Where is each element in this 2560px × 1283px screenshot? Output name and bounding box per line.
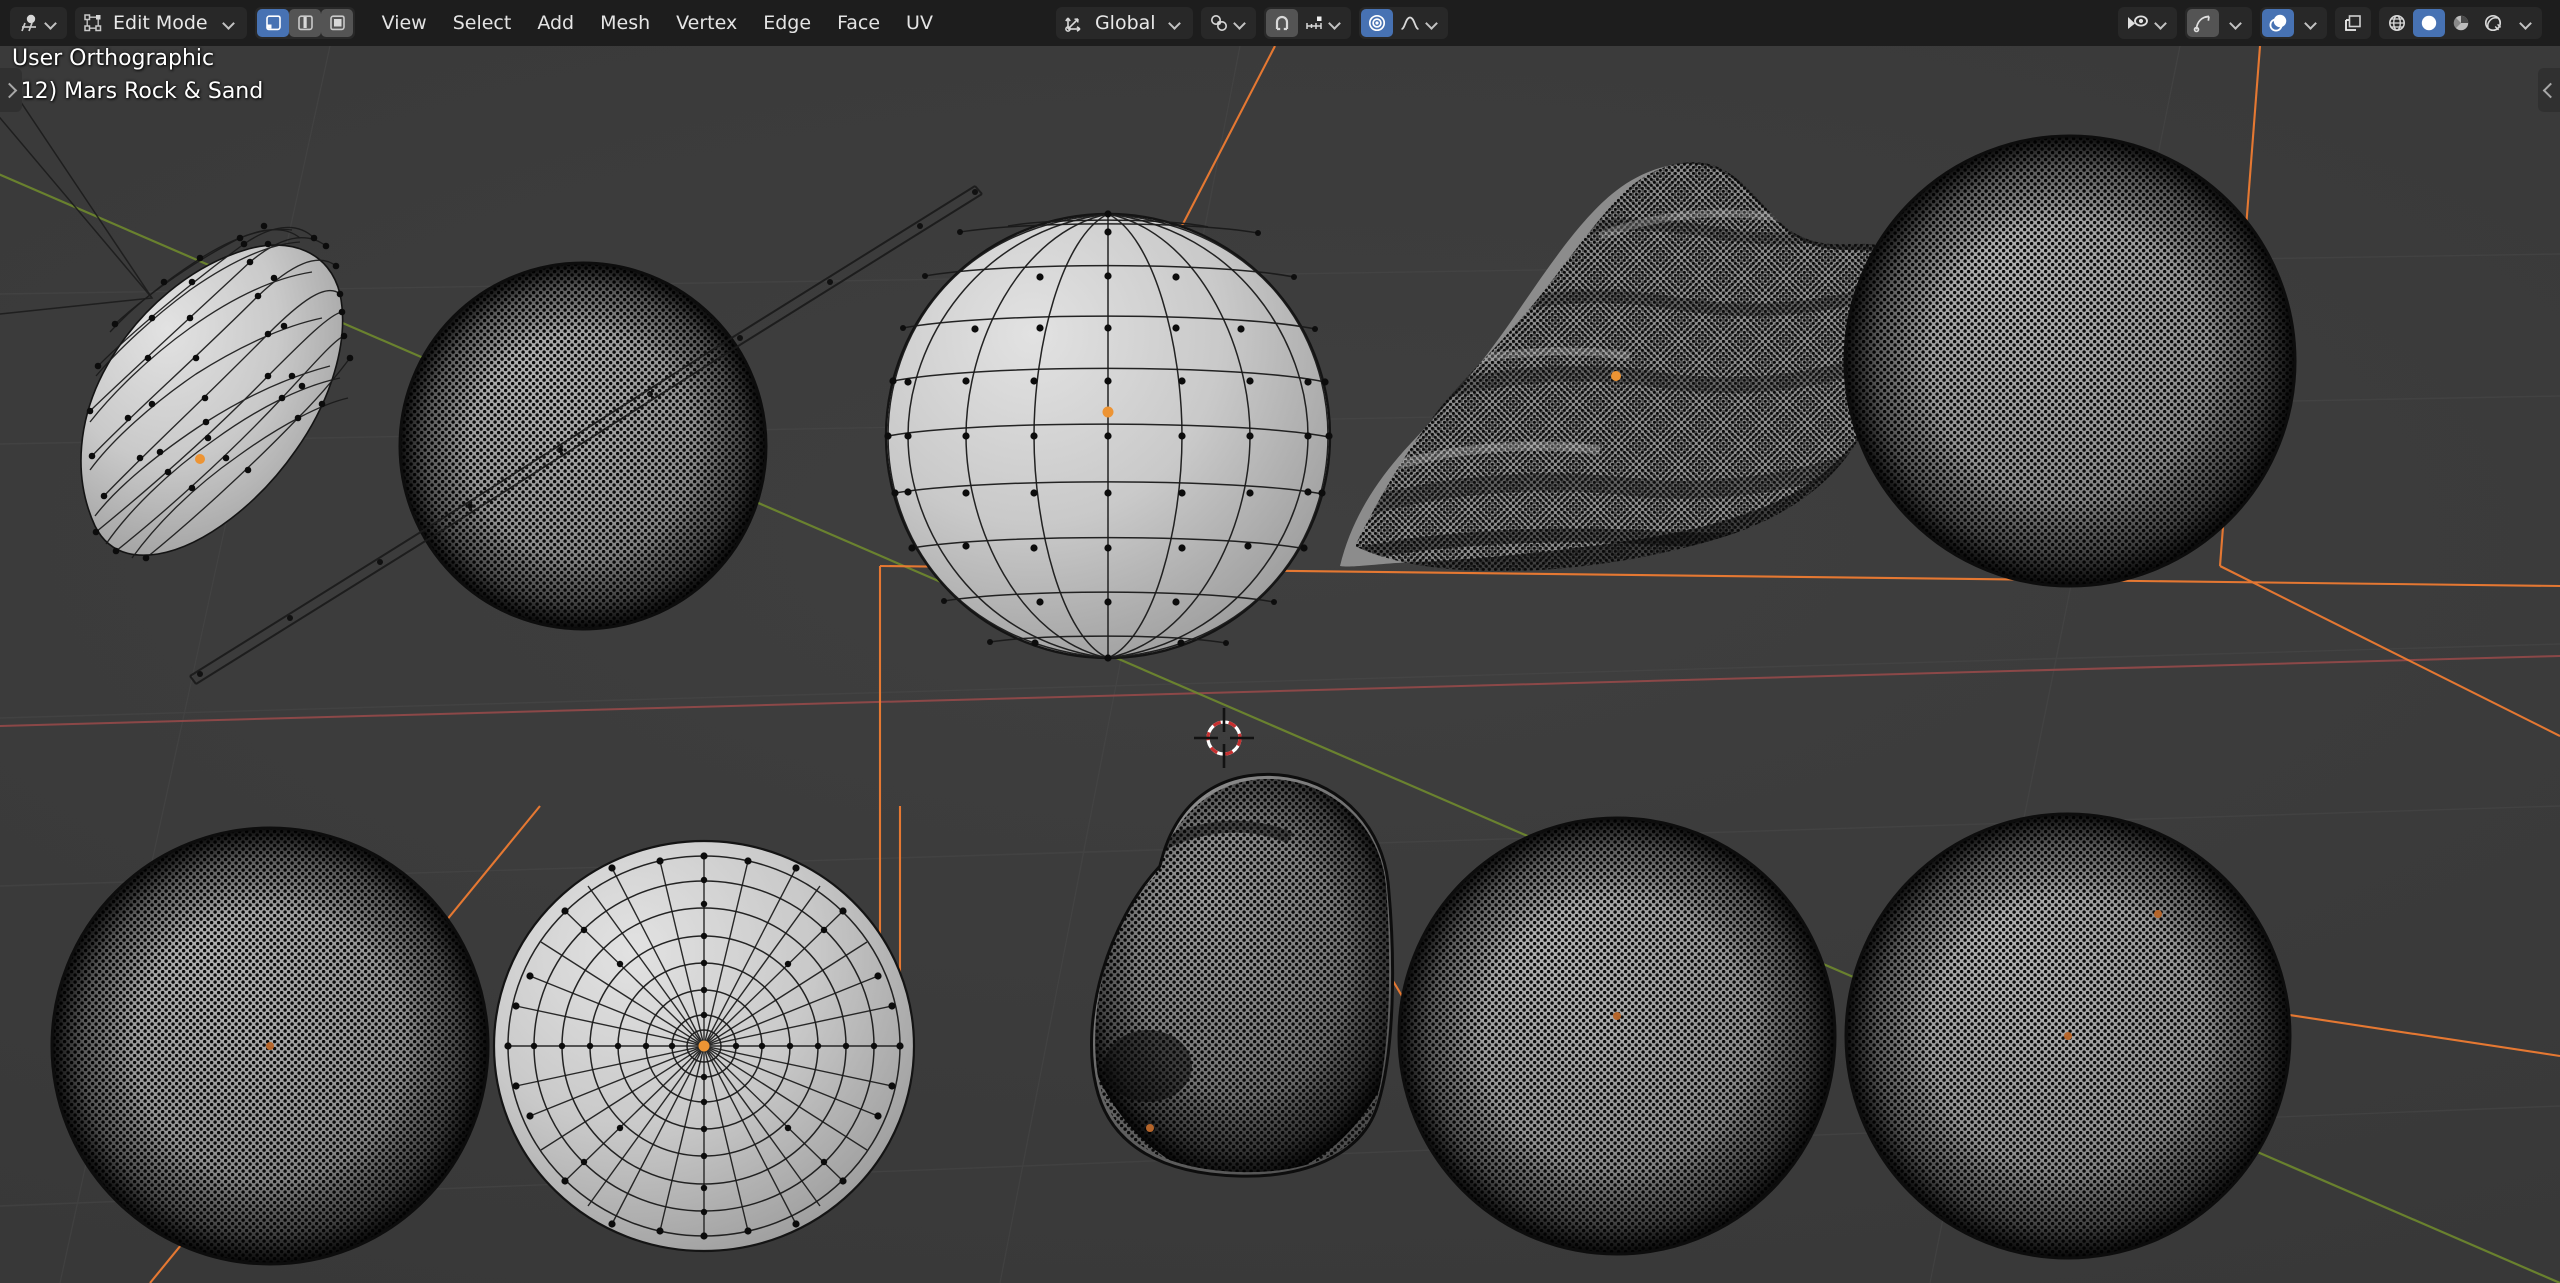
menu-face[interactable]: Face (824, 7, 893, 39)
open-sidebar-arrow[interactable] (2538, 68, 2560, 112)
snapping-group (1264, 7, 1351, 39)
shading-dropdown[interactable] (2509, 9, 2540, 37)
chevron-down-icon[interactable] (1167, 15, 1183, 31)
overlays-group (2260, 7, 2327, 39)
object-origin (1611, 371, 1621, 381)
edit-mode-icon (77, 9, 109, 37)
gizmo-group (2185, 7, 2252, 39)
object-origin (1103, 407, 1114, 418)
menu-edge[interactable]: Edge (750, 7, 824, 39)
menu-vertex[interactable]: Vertex (663, 7, 750, 39)
snap-magnet-toggle[interactable] (1266, 9, 1298, 37)
chevron-down-icon (2303, 15, 2319, 31)
dense-sphere-lower-right (1846, 814, 2294, 1262)
dense-sphere-upper-right (1845, 136, 2299, 590)
toggle-xray[interactable] (2337, 9, 2369, 37)
shading-rendered[interactable] (2477, 9, 2509, 37)
xray-group (2335, 7, 2371, 39)
proportional-editing-toggle[interactable] (1361, 9, 1393, 37)
proportional-editing-group (1359, 7, 1448, 39)
object-origin (195, 454, 205, 464)
rounded-blob-mesh (1074, 751, 1410, 1186)
chevron-down-icon (2228, 15, 2244, 31)
viewport-header: Edit Mode (0, 0, 2560, 46)
chevron-down-icon (1232, 15, 1248, 31)
show-overlays-toggle[interactable] (2262, 9, 2294, 37)
transform-orientation-label: Global (1090, 12, 1164, 34)
menu-view[interactable]: View (369, 7, 440, 39)
mode-selector-group[interactable]: Edit Mode (75, 7, 247, 39)
editor-type-3dview-icon[interactable] (12, 9, 65, 37)
proportional-falloff[interactable] (1393, 9, 1446, 37)
object-origin (1146, 1124, 1154, 1132)
terrain-displacement-mesh (1320, 146, 1920, 596)
gizmo-dropdown[interactable] (2219, 9, 2250, 37)
shading-wireframe[interactable] (2381, 9, 2413, 37)
chevron-down-icon (43, 15, 59, 31)
elongated-egg-mesh (81, 223, 353, 562)
open-toolbar-arrow[interactable] (0, 68, 22, 112)
object-origin (266, 1042, 274, 1050)
overlays-dropdown[interactable] (2294, 9, 2325, 37)
editor-type-group (10, 7, 67, 39)
dense-sphere-upper-left (398, 261, 770, 633)
show-gizmo-toggle[interactable] (2187, 9, 2219, 37)
3d-cursor (1194, 708, 1254, 768)
menu-add[interactable]: Add (524, 7, 587, 39)
edge-select-mode[interactable] (289, 9, 321, 37)
chevron-left-icon (2543, 82, 2559, 98)
shading-solid[interactable] (2413, 9, 2445, 37)
chevron-right-icon (2, 82, 18, 98)
vertex-select-mode[interactable] (257, 9, 289, 37)
blender-window: Edit Mode (0, 0, 2560, 1283)
mode-label: Edit Mode (109, 12, 218, 34)
chevron-down-icon (1327, 15, 1343, 31)
chevron-down-icon (1424, 15, 1440, 31)
pivot-point-icon[interactable] (1203, 9, 1254, 37)
menu-mesh[interactable]: Mesh (587, 7, 663, 39)
object-origin (699, 1041, 710, 1052)
object-type-visibility-group[interactable] (2118, 7, 2177, 39)
pivot-point-group[interactable] (1201, 7, 1256, 39)
x-axis-line (0, 656, 2560, 726)
shading-material[interactable] (2445, 9, 2477, 37)
3d-viewport[interactable]: User Orthographic (12) Mars Rock & Sand (0, 46, 2560, 1283)
viewport-canvas (0, 46, 2560, 1283)
chevron-down-icon (2153, 15, 2169, 31)
menu-uv[interactable]: UV (893, 7, 946, 39)
object-origin (1613, 1012, 1621, 1020)
chevron-down-icon (2518, 15, 2534, 31)
uv-sphere-selected (884, 210, 1332, 661)
dense-sphere-lower-left (52, 828, 492, 1268)
object-origin (2064, 1032, 2072, 1040)
object-type-visibility-icon[interactable] (2120, 9, 2175, 37)
face-select-mode[interactable] (321, 9, 353, 37)
menu-select[interactable]: Select (440, 7, 525, 39)
orientation-axes-icon (1058, 9, 1090, 37)
header-menu-bar: View Select Add Mesh Vertex Edge Face UV (369, 7, 946, 39)
dense-sphere-lower-center (1399, 818, 1839, 1258)
radial-disc-mesh (494, 841, 914, 1251)
mesh-select-mode-group (255, 7, 355, 39)
snap-target-increment[interactable] (1298, 9, 1349, 37)
shading-modes-group (2379, 7, 2542, 39)
chevron-down-icon[interactable] (221, 15, 237, 31)
transform-orientation-group[interactable]: Global (1056, 7, 1193, 39)
